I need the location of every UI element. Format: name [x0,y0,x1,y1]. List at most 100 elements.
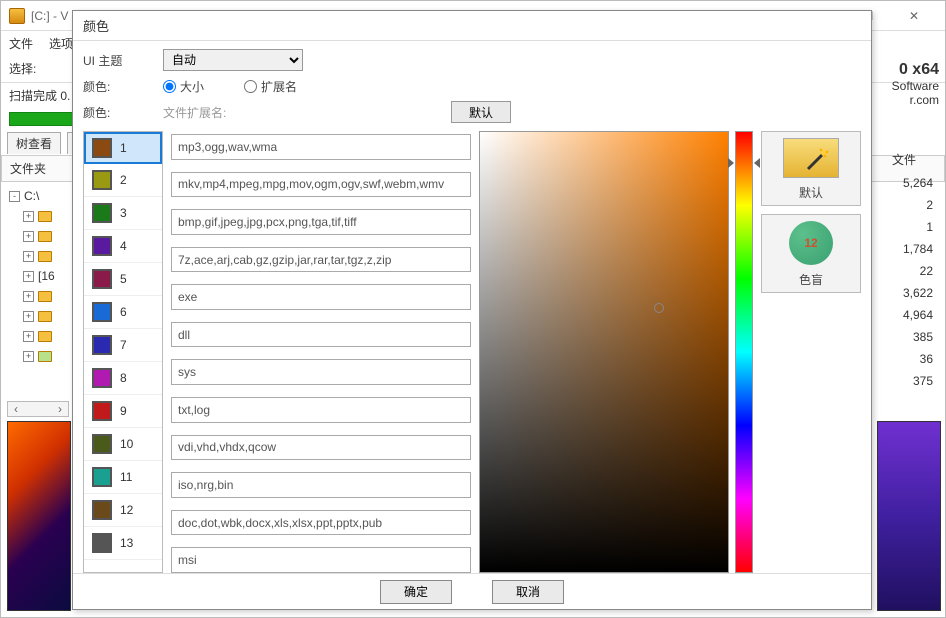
color-item-7[interactable]: 7 [84,329,162,362]
tree-bracket[interactable]: [16 [38,269,55,283]
sv-panel[interactable] [479,131,729,573]
color-swatch [92,533,112,553]
select-label: 选择: [9,60,36,77]
ext-input-10[interactable] [171,472,471,498]
wand-folder-icon [783,138,839,178]
ext-label: 文件扩展名: [163,104,226,121]
color-number: 9 [120,404,127,418]
file-count: 5,264 [869,172,939,194]
color-swatch [92,434,112,454]
tree-hscroll[interactable]: ‹› [7,401,69,417]
color-number: 10 [120,437,133,451]
color-item-12[interactable]: 12 [84,494,162,527]
color-item-3[interactable]: 3 [84,197,162,230]
preset-column: 默认 12 色盲 [761,131,861,573]
color-swatch [92,335,112,355]
color-item-6[interactable]: 6 [84,296,162,329]
color-number: 11 [120,470,132,484]
ext-input-6[interactable] [171,322,471,348]
color-swatch [92,170,112,190]
file-count: 22 [869,260,939,282]
right-panel: 0 x64 Software r.com 文件 5,264211,784223,… [869,61,939,392]
color-item-5[interactable]: 5 [84,263,162,296]
file-count: 36 [869,348,939,370]
dialog-buttons: 确定 取消 [73,573,871,609]
color-number: 13 [120,536,133,550]
file-count: 385 [869,326,939,348]
scan-label: 扫描完成 0. [9,87,70,104]
color-item-10[interactable]: 10 [84,428,162,461]
color-number: 8 [120,371,127,385]
ext-input-9[interactable] [171,435,471,461]
color-swatch [92,269,112,289]
preset-default[interactable]: 默认 [761,131,861,206]
software-label: Software [869,79,939,93]
ext-input-12[interactable] [171,547,471,573]
files-header: 文件 [869,147,939,172]
ext-input-1[interactable] [171,134,471,160]
color-item-9[interactable]: 9 [84,395,162,428]
file-count: 375 [869,370,939,392]
color-swatch [92,302,112,322]
preset-colorblind[interactable]: 12 色盲 [761,214,861,293]
ext-input-7[interactable] [171,359,471,385]
sv-cursor[interactable] [654,303,664,313]
radio-size[interactable]: 大小 [163,78,204,95]
colorblind-icon: 12 [789,221,833,265]
ok-button[interactable]: 确定 [380,580,452,604]
color-swatch [92,401,112,421]
color-swatch [92,203,112,223]
ui-theme-label: UI 主题 [83,52,153,69]
tab-tree[interactable]: 树查看 [7,132,61,154]
color-swatch [92,138,112,158]
color-swatch [92,500,112,520]
ext-input-2[interactable] [171,172,471,198]
color-item-8[interactable]: 8 [84,362,162,395]
file-count: 3,622 [869,282,939,304]
cancel-button[interactable]: 取消 [492,580,564,604]
color-list[interactable]: 12345678910111213 [83,131,163,573]
radio-ext[interactable]: 扩展名 [244,78,297,95]
preset-colorblind-label: 色盲 [799,271,823,288]
file-count: 2 [869,194,939,216]
app-icon [9,8,25,24]
ui-theme-select[interactable]: 自动 [163,49,303,71]
color-swatch [92,236,112,256]
ext-input-11[interactable] [171,510,471,536]
color-number: 2 [120,173,127,187]
color-label-2: 颜色: [83,104,153,121]
menu-options[interactable]: 选项 [49,35,73,52]
color-item-4[interactable]: 4 [84,230,162,263]
file-count: 1,784 [869,238,939,260]
ext-input-4[interactable] [171,247,471,273]
hue-slider[interactable] [735,131,753,573]
version-label: 0 x64 [869,61,939,79]
color-item-2[interactable]: 2 [84,164,162,197]
color-number: 12 [120,503,133,517]
tree-root[interactable]: C:\ [24,189,39,203]
file-count: 1 [869,216,939,238]
color-item-13[interactable]: 13 [84,527,162,560]
file-count: 4,964 [869,304,939,326]
ext-input-8[interactable] [171,397,471,423]
color-by-label: 颜色: [83,78,153,95]
ext-input-3[interactable] [171,209,471,235]
color-swatch [92,467,112,487]
color-item-11[interactable]: 11 [84,461,162,494]
color-dialog: 颜色 UI 主题 自动 颜色: 大小 扩展名 颜色: 文件扩展名: 默认 123… [72,10,872,610]
site-label: r.com [869,93,939,107]
color-number: 7 [120,338,127,352]
reset-default-button[interactable]: 默认 [451,101,511,123]
color-picker[interactable] [479,131,753,573]
ext-input-5[interactable] [171,284,471,310]
color-number: 6 [120,305,127,319]
dialog-title: 颜色 [73,11,871,41]
color-number: 3 [120,206,127,220]
extension-list [171,131,471,573]
close-button[interactable]: ✕ [891,2,937,30]
color-number: 5 [120,272,127,286]
color-item-1[interactable]: 1 [84,132,162,164]
window-title: [C:] - V [31,9,68,23]
preset-default-label: 默认 [799,184,823,201]
menu-file[interactable]: 文件 [9,35,33,52]
